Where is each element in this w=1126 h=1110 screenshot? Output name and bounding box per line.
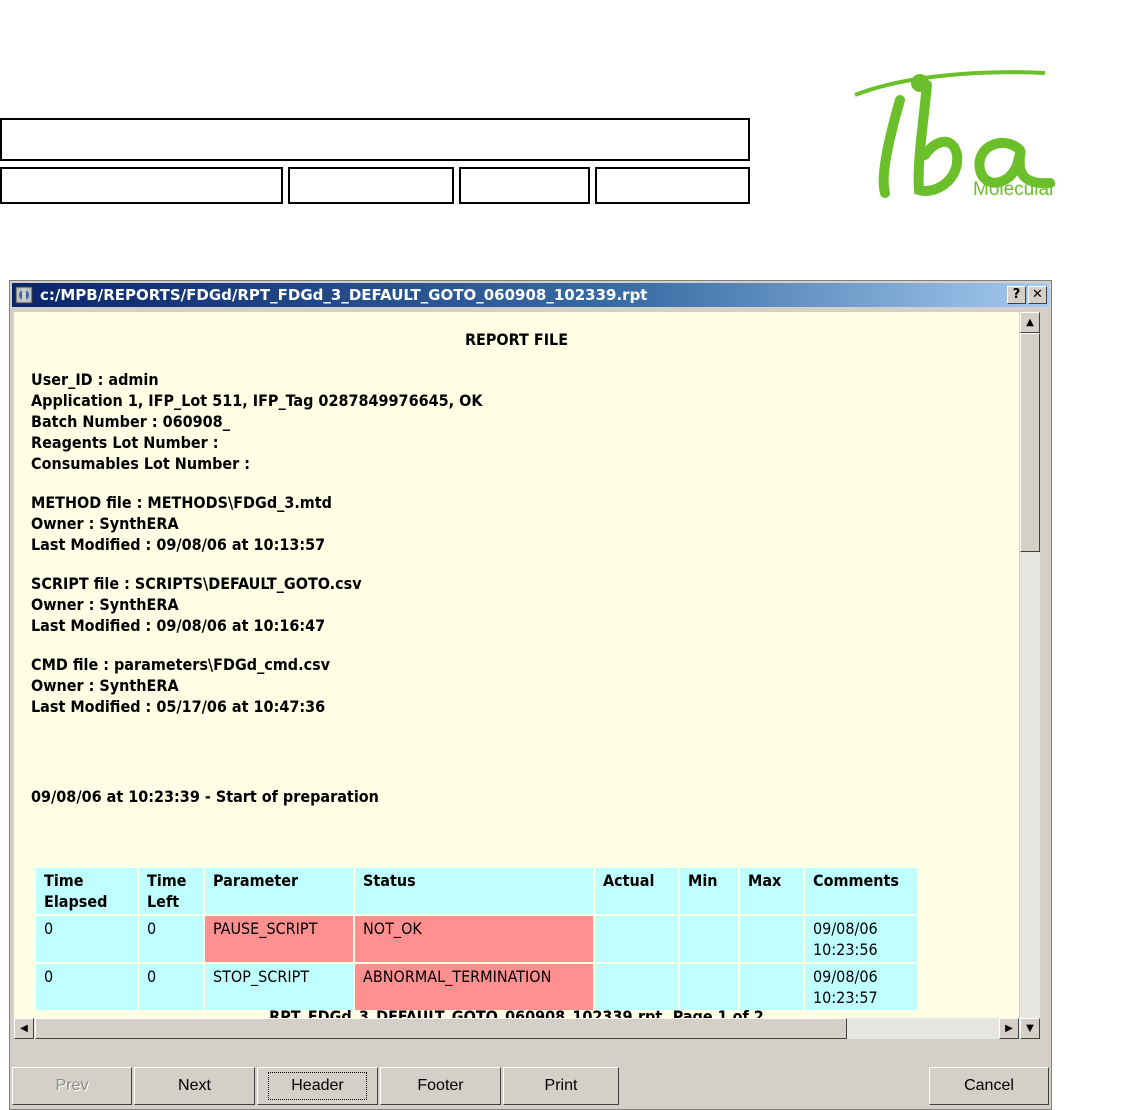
event-log-table: Time Elapsed Time Left Parameter Status Ac… bbox=[34, 866, 919, 1012]
application-icon bbox=[15, 286, 33, 304]
help-icon: ? bbox=[1012, 287, 1021, 302]
print-button[interactable]: Print bbox=[503, 1067, 619, 1105]
cell-min bbox=[680, 964, 738, 1010]
cmd-file-line: CMD file : parameters\FDGd_cmd.csv bbox=[31, 655, 331, 674]
header-actual: Actual bbox=[595, 868, 678, 914]
cmd-owner-line: Owner : SynthERA bbox=[31, 676, 179, 695]
cell-time-left: 0 bbox=[139, 916, 203, 962]
arrow-right-icon: ▶ bbox=[1005, 1023, 1013, 1034]
arrow-up-icon: ▲ bbox=[1026, 317, 1034, 328]
header-time-left: Time Left bbox=[139, 868, 203, 914]
script-file-line: SCRIPT file : SCRIPTS\DEFAULT_GOTO.csv bbox=[31, 574, 362, 593]
cell-time-elapsed: 0 bbox=[36, 916, 137, 962]
header-status: Status bbox=[355, 868, 593, 914]
method-file-line: METHOD file : METHODS\FDGd_3.mtd bbox=[31, 493, 332, 512]
arrow-down-icon: ▼ bbox=[1026, 1023, 1034, 1034]
cell-max bbox=[740, 916, 803, 962]
form-field-box-3 bbox=[459, 167, 590, 204]
cell-comments: 09/08/06 10:23:56 bbox=[805, 916, 917, 962]
header-max: Max bbox=[740, 868, 803, 914]
close-icon: ✕ bbox=[1032, 287, 1043, 302]
table-header-row: Time Elapsed Time Left Parameter Status Ac… bbox=[36, 868, 917, 914]
cell-actual bbox=[595, 916, 678, 962]
cell-comments: 09/08/06 10:23:57 bbox=[805, 964, 917, 1010]
cell-parameter: STOP_SCRIPT bbox=[205, 964, 353, 1010]
window-titlebar[interactable]: c:/MPB/REPORTS/FDGd/RPT_FDGd_3_DEFAULT_G… bbox=[12, 283, 1049, 307]
window-title: c:/MPB/REPORTS/FDGd/RPT_FDGd_3_DEFAULT_G… bbox=[40, 286, 648, 304]
cell-time-elapsed: 0 bbox=[36, 964, 137, 1010]
close-button[interactable]: ✕ bbox=[1028, 286, 1047, 304]
scroll-down-button[interactable]: ▼ bbox=[1020, 1018, 1040, 1039]
method-owner-line: Owner : SynthERA bbox=[31, 514, 179, 533]
cell-min bbox=[680, 916, 738, 962]
form-field-box-4 bbox=[595, 167, 750, 204]
footer-button[interactable]: Footer bbox=[380, 1067, 501, 1105]
reagents-lot-line: Reagents Lot Number : bbox=[31, 433, 219, 452]
scroll-up-button[interactable]: ▲ bbox=[1020, 312, 1040, 333]
form-field-box-2 bbox=[288, 167, 454, 204]
script-owner-line: Owner : SynthERA bbox=[31, 595, 179, 614]
header-min: Min bbox=[680, 868, 738, 914]
scrollbar-corner bbox=[1020, 1039, 1040, 1059]
start-preparation-line: 09/08/06 at 10:23:39 - Start of preparat… bbox=[31, 787, 379, 806]
batch-number-line: Batch Number : 060908_ bbox=[31, 412, 230, 431]
prev-button[interactable]: Prev bbox=[12, 1067, 132, 1105]
header-parameter: Parameter bbox=[205, 868, 353, 914]
form-field-box-1 bbox=[0, 167, 283, 204]
horizontal-scrollbar[interactable]: ◀ ▶ bbox=[14, 1018, 1020, 1039]
script-modified-line: Last Modified : 09/08/06 at 10:16:47 bbox=[31, 616, 326, 635]
vertical-scrollbar[interactable]: ▲ ▼ bbox=[1020, 312, 1040, 1039]
horizontal-scroll-thumb[interactable] bbox=[35, 1018, 847, 1039]
application-line: Application 1, IFP_Lot 511, IFP_Tag 0287… bbox=[31, 391, 483, 410]
scroll-left-button[interactable]: ◀ bbox=[14, 1018, 34, 1039]
header-time-elapsed: Time Elapsed bbox=[36, 868, 137, 914]
cell-status: ABNORMAL_TERMINATION bbox=[355, 964, 593, 1010]
logo-subtitle: Molecular bbox=[973, 179, 1056, 200]
report-content: REPORT FILE User_ID : admin Application … bbox=[14, 312, 1019, 1018]
next-button[interactable]: Next bbox=[134, 1067, 255, 1105]
form-title-box bbox=[0, 118, 750, 161]
cell-max bbox=[740, 964, 803, 1010]
cancel-button[interactable]: Cancel bbox=[929, 1067, 1049, 1105]
report-title: REPORT FILE bbox=[464, 330, 569, 349]
iba-molecular-logo: Molecular bbox=[854, 70, 1056, 200]
method-modified-line: Last Modified : 09/08/06 at 10:13:57 bbox=[31, 535, 326, 554]
header-button-label: Header bbox=[268, 1072, 367, 1100]
header-button[interactable]: Header bbox=[257, 1067, 378, 1105]
header-comments: Comments bbox=[805, 868, 917, 914]
cmd-modified-line: Last Modified : 05/17/06 at 10:47:36 bbox=[31, 697, 326, 716]
help-button[interactable]: ? bbox=[1007, 286, 1026, 304]
table-row: 0 0 STOP_SCRIPT ABNORMAL_TERMINATION 09/… bbox=[36, 964, 917, 1010]
arrow-left-icon: ◀ bbox=[20, 1023, 28, 1034]
cell-actual bbox=[595, 964, 678, 1010]
user-id-line: User_ID : admin bbox=[31, 370, 159, 389]
consumables-lot-line: Consumables Lot Number : bbox=[31, 454, 250, 473]
cell-parameter: PAUSE_SCRIPT bbox=[205, 916, 353, 962]
report-footer-line: RPT_FDGd_3_DEFAULT_GOTO_060908_102339.rp… bbox=[269, 1007, 764, 1018]
vertical-scroll-thumb[interactable] bbox=[1020, 333, 1040, 552]
cell-status: NOT_OK bbox=[355, 916, 593, 962]
scroll-right-button[interactable]: ▶ bbox=[999, 1018, 1019, 1039]
report-window: c:/MPB/REPORTS/FDGd/RPT_FDGd_3_DEFAULT_G… bbox=[9, 280, 1052, 1110]
cell-time-left: 0 bbox=[139, 964, 203, 1010]
table-row: 0 0 PAUSE_SCRIPT NOT_OK 09/08/06 10:23:56 bbox=[36, 916, 917, 962]
